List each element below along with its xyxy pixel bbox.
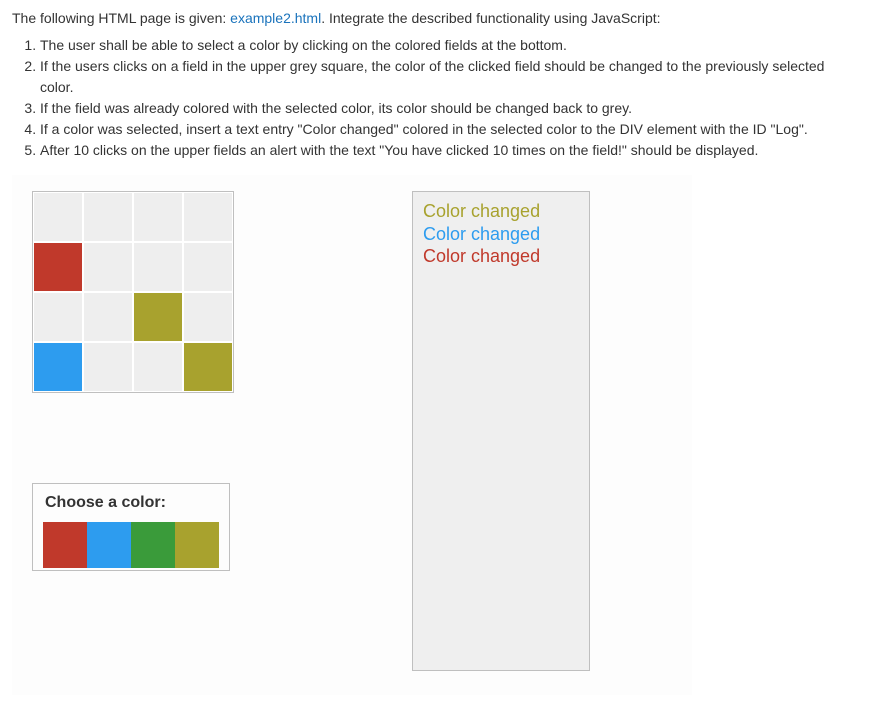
color-grid — [32, 191, 234, 393]
color-swatch-olive[interactable] — [175, 522, 219, 568]
grid-cell[interactable] — [184, 293, 232, 341]
grid-cell[interactable] — [134, 193, 182, 241]
grid-cell[interactable] — [134, 293, 182, 341]
grid-cell[interactable] — [34, 343, 82, 391]
requirement-item: After 10 clicks on the upper fields an a… — [40, 140, 860, 161]
grid-cell[interactable] — [84, 243, 132, 291]
requirements-list: The user shall be able to select a color… — [12, 35, 860, 161]
grid-cell[interactable] — [34, 293, 82, 341]
color-swatch-red[interactable] — [43, 522, 87, 568]
intro-text: The following HTML page is given: exampl… — [12, 8, 860, 29]
chooser-title: Choose a color: — [45, 494, 219, 512]
requirement-item: If a color was selected, insert a text e… — [40, 119, 860, 140]
requirement-item: The user shall be able to select a color… — [40, 35, 860, 56]
grid-cell[interactable] — [184, 243, 232, 291]
grid-cell[interactable] — [34, 193, 82, 241]
grid-cell[interactable] — [184, 343, 232, 391]
grid-cell[interactable] — [134, 343, 182, 391]
intro-suffix: . Integrate the described functionality … — [321, 10, 660, 26]
grid-cell[interactable] — [184, 193, 232, 241]
requirement-item: If the users clicks on a field in the up… — [40, 56, 860, 98]
grid-cell[interactable] — [84, 193, 132, 241]
log-entry: Color changed — [423, 245, 579, 268]
color-swatch-blue[interactable] — [87, 522, 131, 568]
color-chooser: Choose a color: — [32, 483, 230, 571]
left-column: Choose a color: — [32, 191, 232, 571]
grid-cell[interactable] — [84, 293, 132, 341]
intro-prefix: The following HTML page is given: — [12, 10, 230, 26]
grid-cell[interactable] — [84, 343, 132, 391]
work-area: Choose a color: Color changedColor chang… — [12, 175, 692, 695]
grid-cell[interactable] — [34, 243, 82, 291]
log-entry: Color changed — [423, 223, 579, 246]
grid-cell[interactable] — [134, 243, 182, 291]
requirement-item: If the field was already colored with th… — [40, 98, 860, 119]
log-panel: Color changedColor changedColor changed — [412, 191, 590, 671]
swatch-row — [43, 522, 219, 568]
log-entry: Color changed — [423, 200, 579, 223]
example-link[interactable]: example2.html — [230, 10, 321, 26]
color-swatch-green[interactable] — [131, 522, 175, 568]
